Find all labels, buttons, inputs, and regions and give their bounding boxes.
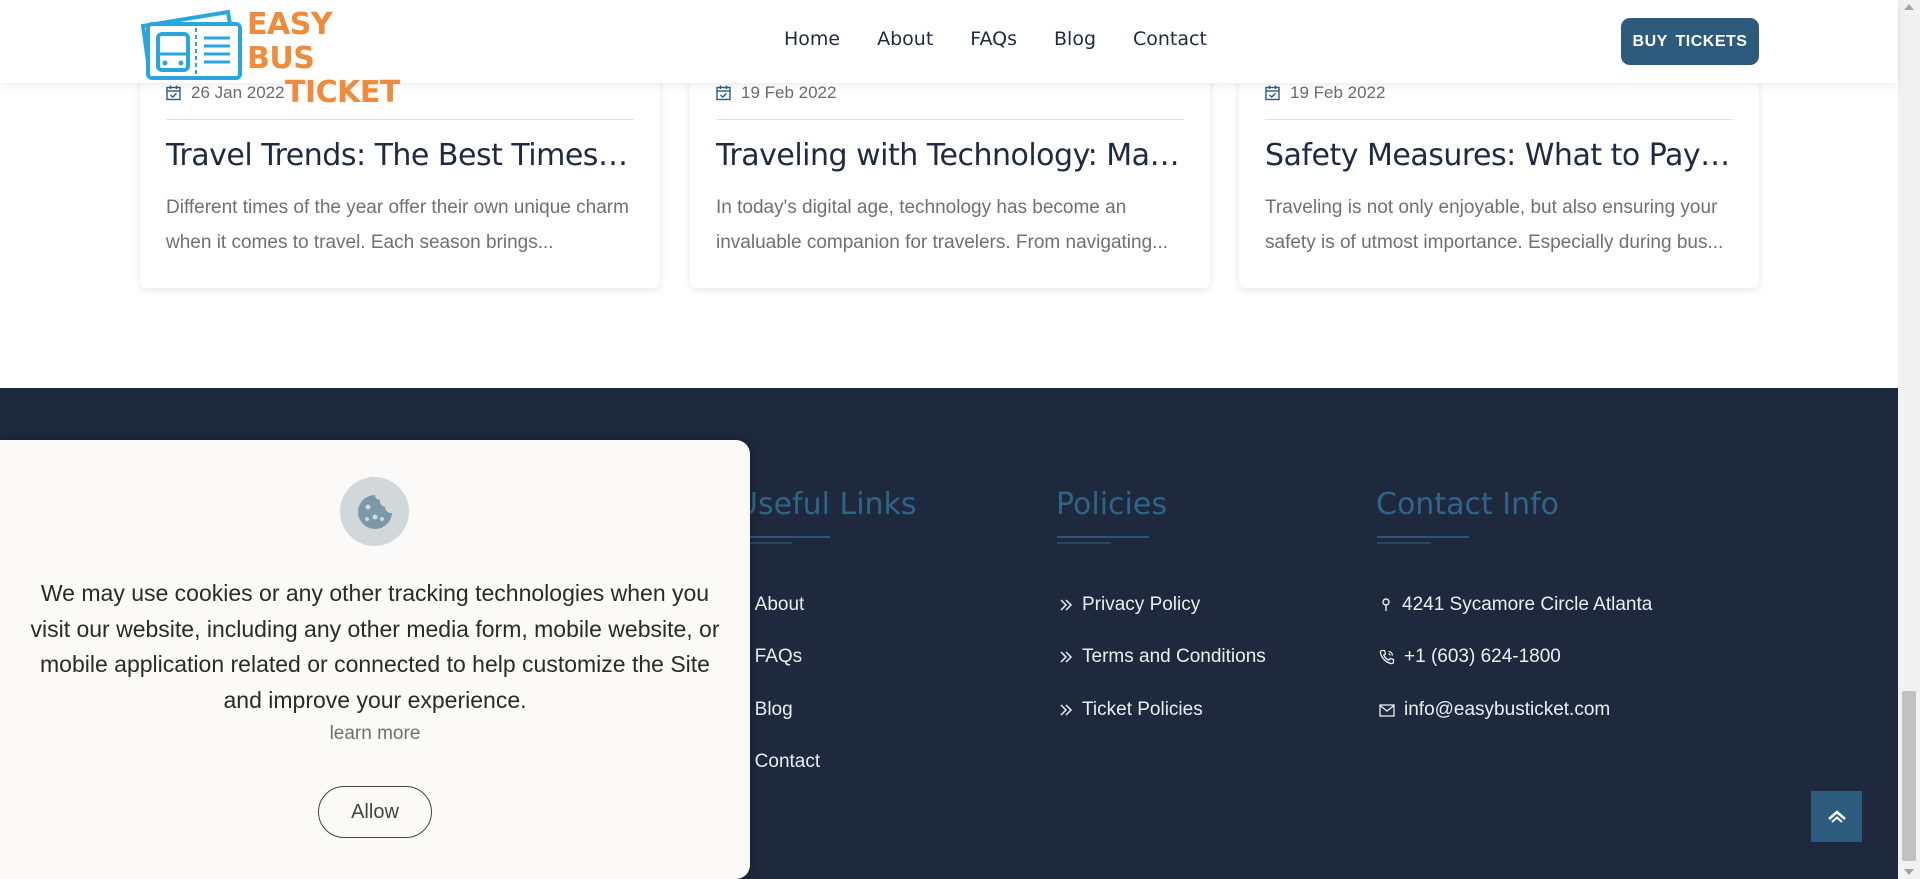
scroll-down-arrow-icon[interactable] (1904, 869, 1914, 875)
contact-phone-text: +1 (603) 624-1800 (1404, 646, 1561, 667)
bus-ticket-logo-icon (140, 9, 242, 80)
blog-card-title[interactable]: Travel Trends: The Best Times to Travel (166, 138, 634, 173)
card-divider (716, 119, 1184, 120)
double-chevron-right-icon (1060, 599, 1073, 611)
card-divider (166, 119, 634, 120)
site-header: EASY BUS TICKET Home About FAQs Blog Con… (0, 0, 1898, 110)
contact-address: 4241 Sycamore Circle Atlanta (1379, 594, 1652, 616)
footer-link-label: Contact (754, 751, 821, 772)
contact-address-text: 4241 Sycamore Circle Atlanta (1402, 594, 1653, 615)
card-divider (1265, 119, 1733, 120)
main-nav: Home About FAQs Blog Contact (784, 28, 1244, 50)
heading-underline (1057, 536, 1149, 538)
calendar-icon (716, 85, 731, 101)
contact-phone[interactable]: +1 (603) 624-1800 (1379, 646, 1561, 668)
footer-link-privacy-policy[interactable]: Privacy Policy (1059, 594, 1200, 616)
cookie-glyph-icon (357, 494, 392, 529)
nav-faqs[interactable]: FAQs (970, 28, 1017, 50)
contact-info-heading: Contact Info (1376, 487, 1560, 522)
footer-link-contact[interactable]: • Contact (740, 751, 820, 773)
heading-underline-short (1057, 542, 1111, 544)
cookie-message: We may use cookies or any other tracking… (30, 580, 720, 713)
logo-text-line2: TICKET (285, 75, 400, 110)
policies-heading: Policies (1056, 487, 1167, 522)
logo-text-line1: EASY BUS (247, 7, 333, 76)
blog-card-title[interactable]: Safety Measures: What to Pay Attention T… (1265, 138, 1733, 173)
page-scrollbar[interactable] (1898, 0, 1920, 879)
blog-card-excerpt: Traveling is not only enjoyable, but als… (1265, 197, 1724, 253)
blog-card-date: 19 Feb 2022 (1265, 83, 1385, 103)
double-chevron-right-icon (1060, 704, 1073, 716)
map-pin-icon (1382, 598, 1390, 611)
date-text: 19 Feb 2022 (1290, 83, 1386, 102)
heading-underline (740, 536, 830, 538)
footer-link-label: Ticket Policies (1082, 699, 1203, 720)
scrollbar-thumb[interactable] (1902, 691, 1916, 861)
footer-link-terms[interactable]: Terms and Conditions (1059, 646, 1266, 668)
useful-links-heading: Useful Links (736, 487, 917, 522)
nav-home[interactable]: Home (784, 28, 840, 50)
blog-card-excerpt: In today's digital age, technology has b… (716, 197, 1169, 253)
site-logo[interactable]: EASY BUS TICKET (140, 4, 400, 110)
footer-link-label: Terms and Conditions (1082, 646, 1266, 667)
footer-link-label: Privacy Policy (1082, 594, 1201, 615)
blog-card-excerpt: Different times of the year offer their … (166, 197, 629, 253)
learn-more-link[interactable]: learn more (0, 723, 750, 745)
logo-wordmark: EASY BUS TICKET (247, 8, 400, 110)
nav-contact[interactable]: Contact (1133, 28, 1207, 50)
scroll-to-top-button[interactable] (1811, 791, 1862, 842)
contact-email[interactable]: info@easybusticket.com (1379, 699, 1610, 721)
buy-tickets-button[interactable]: BUY TICKETS (1621, 18, 1759, 65)
double-chevron-right-icon (1060, 651, 1073, 663)
heading-underline (1377, 536, 1469, 538)
mail-icon (1379, 703, 1395, 717)
footer-link-label: Blog (754, 699, 793, 720)
scroll-up-arrow-icon[interactable] (1904, 4, 1914, 10)
calendar-icon (1265, 85, 1280, 101)
blog-card-title[interactable]: Traveling with Technology: Making the Mo… (716, 138, 1184, 173)
footer-link-label: FAQs (754, 646, 803, 667)
heading-underline-short (1377, 542, 1431, 544)
contact-email-text: info@easybusticket.com (1404, 699, 1611, 720)
chevron-up-icon (1827, 809, 1846, 823)
cookie-icon (340, 477, 409, 546)
calendar-icon (166, 85, 181, 101)
nav-about[interactable]: About (877, 28, 933, 50)
nav-blog[interactable]: Blog (1054, 28, 1096, 50)
footer-link-label: About (754, 594, 805, 615)
blog-card-date: 19 Feb 2022 (716, 83, 836, 103)
phone-icon (1379, 649, 1395, 665)
allow-cookies-button[interactable]: Allow (318, 786, 432, 838)
cookie-consent-dialog: We may use cookies or any other tracking… (0, 440, 750, 879)
date-text: 19 Feb 2022 (741, 83, 837, 102)
footer-link-ticket-policies[interactable]: Ticket Policies (1059, 699, 1203, 721)
